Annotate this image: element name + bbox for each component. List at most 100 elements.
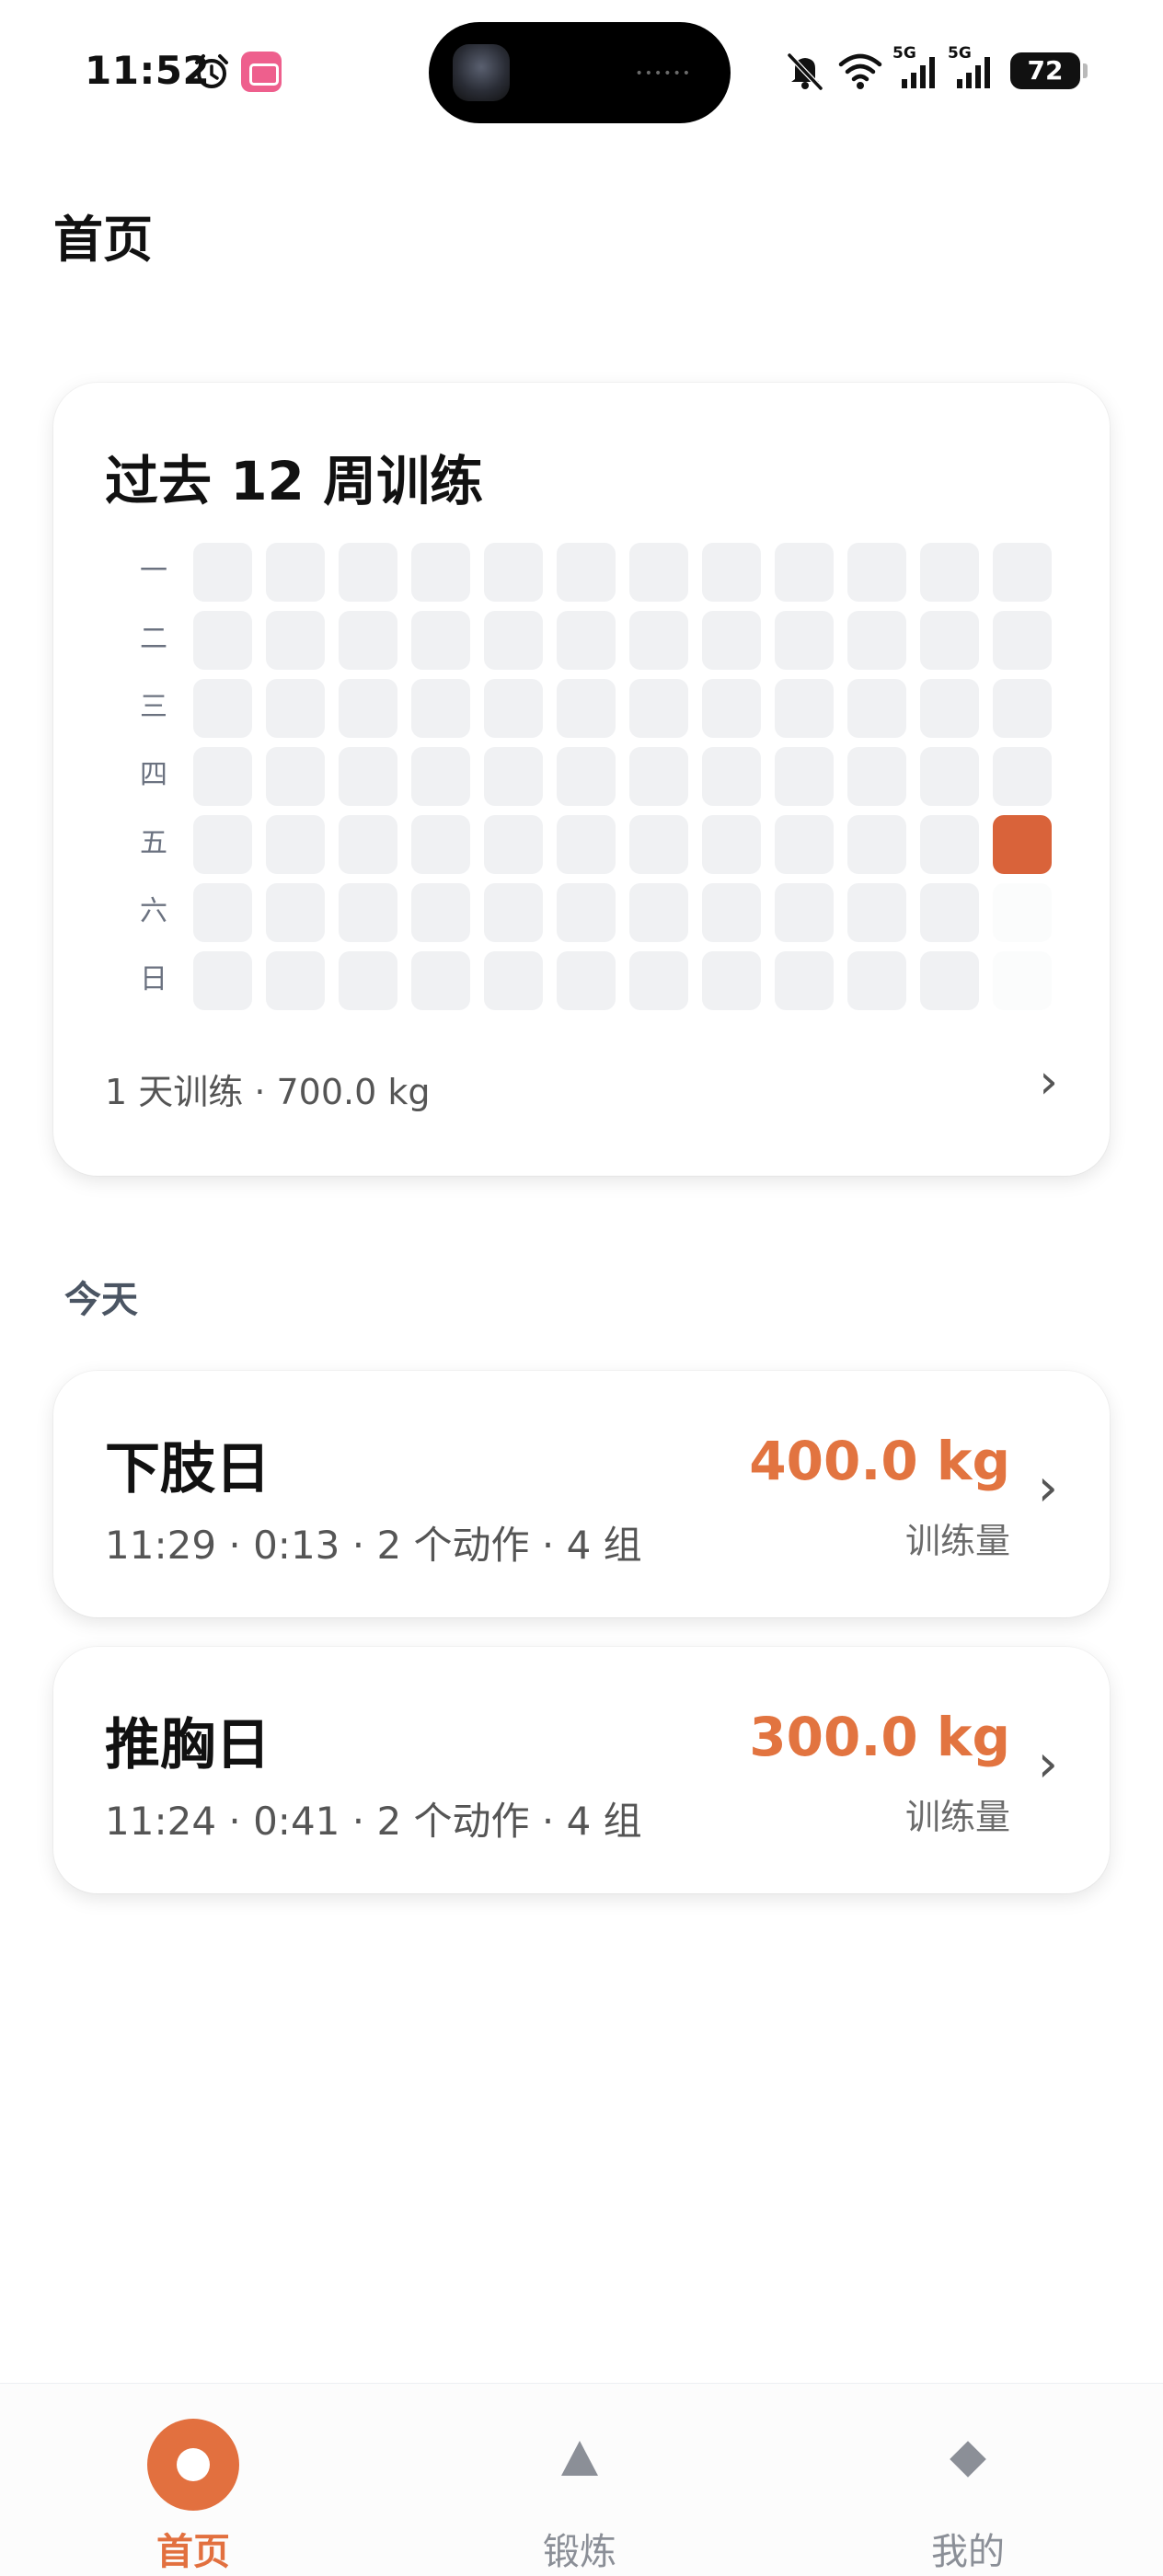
page-title: 首页 bbox=[53, 211, 153, 269]
heatmap-cell bbox=[339, 883, 397, 942]
heatmap-cell bbox=[847, 815, 906, 874]
heatmap-cell bbox=[266, 883, 325, 942]
heatmap-cell bbox=[193, 747, 252, 806]
chevron-right-icon[interactable]: › bbox=[1039, 1058, 1058, 1106]
heatmap-title: 过去 12 周训练 bbox=[105, 450, 484, 512]
heatmap-cell bbox=[920, 543, 979, 602]
heatmap-cell bbox=[629, 883, 688, 942]
workout-volume-label: 训练量 bbox=[904, 1797, 1010, 1837]
heatmap-cell bbox=[920, 883, 979, 942]
heatmap-cell bbox=[411, 543, 470, 602]
workout-meta: 11:29 · 0:13 · 2 个动作 · 4 组 bbox=[105, 1523, 642, 1568]
heatmap-cell bbox=[847, 679, 906, 738]
weekday-label: 一 bbox=[140, 555, 167, 587]
heatmap-cell bbox=[629, 747, 688, 806]
alarm-icon bbox=[195, 54, 228, 88]
heatmap-cell bbox=[629, 815, 688, 874]
workout-volume-label: 训练量 bbox=[904, 1521, 1010, 1561]
heatmap-cell bbox=[702, 883, 761, 942]
chevron-right-icon[interactable]: › bbox=[1038, 1739, 1058, 1790]
weekday-label: 五 bbox=[140, 827, 167, 859]
heatmap-cell bbox=[702, 747, 761, 806]
heatmap-cell bbox=[557, 951, 616, 1010]
weekday-label: 日 bbox=[140, 963, 167, 995]
heatmap-cell bbox=[557, 747, 616, 806]
heatmap-cell bbox=[193, 679, 252, 738]
heatmap-cell bbox=[702, 815, 761, 874]
heatmap-cell bbox=[847, 543, 906, 602]
heatmap-cell bbox=[920, 679, 979, 738]
workout-card[interactable]: 下肢日 11:29 · 0:13 · 2 个动作 · 4 组 400.0 kg … bbox=[53, 1371, 1110, 1617]
heatmap-cell bbox=[484, 611, 543, 670]
heatmap-cell bbox=[993, 815, 1052, 874]
heatmap-cell bbox=[484, 747, 543, 806]
workout-meta: 11:24 · 0:41 · 2 个动作 · 4 组 bbox=[105, 1799, 642, 1844]
heatmap-cell bbox=[702, 679, 761, 738]
heatmap-cell bbox=[193, 951, 252, 1010]
training-heatmap-card[interactable]: 过去 12 周训练 一 二 三 四 五 六 日 1 天训练 · 700.0 kg… bbox=[53, 383, 1110, 1176]
heatmap-cell bbox=[775, 543, 834, 602]
wifi-icon bbox=[838, 53, 882, 89]
heatmap-cell bbox=[557, 543, 616, 602]
media-thumbnail bbox=[453, 44, 510, 101]
heatmap-cell bbox=[775, 747, 834, 806]
nav-item-me[interactable]: 我的 bbox=[867, 2384, 1069, 2576]
heatmap-cell bbox=[193, 883, 252, 942]
signal-icon: 5G bbox=[892, 44, 938, 94]
heatmap-cell bbox=[993, 543, 1052, 602]
home-circle-icon bbox=[147, 2419, 239, 2511]
heatmap-cell bbox=[193, 815, 252, 874]
nav-item-home[interactable]: 首页 bbox=[92, 2384, 294, 2576]
chevron-right-icon[interactable]: › bbox=[1038, 1463, 1058, 1514]
heatmap-cell bbox=[702, 611, 761, 670]
heatmap-cell bbox=[411, 815, 470, 874]
heatmap-cell bbox=[339, 951, 397, 1010]
nav-label: 锻炼 bbox=[543, 2531, 616, 2573]
heatmap-cell bbox=[920, 815, 979, 874]
weekday-label: 二 bbox=[140, 623, 167, 655]
heatmap-cell bbox=[484, 679, 543, 738]
heatmap-cell bbox=[993, 951, 1052, 1010]
heatmap-cell bbox=[920, 611, 979, 670]
heatmap-cell bbox=[993, 883, 1052, 942]
heatmap-cell bbox=[847, 747, 906, 806]
diamond-icon bbox=[950, 2441, 986, 2478]
heatmap-cell bbox=[920, 747, 979, 806]
bottom-nav: 首页 锻炼 我的 bbox=[0, 2383, 1163, 2576]
dynamic-island: •••••• bbox=[429, 22, 731, 123]
nav-item-train[interactable]: 锻炼 bbox=[478, 2384, 681, 2576]
heatmap-cell bbox=[339, 815, 397, 874]
heatmap-cell bbox=[557, 815, 616, 874]
today-section-label: 今天 bbox=[64, 1279, 138, 1321]
status-bar: 11:52 •••••• 5G 5G 72 bbox=[0, 0, 1163, 138]
heatmap-cell bbox=[193, 611, 252, 670]
heatmap-cell bbox=[775, 611, 834, 670]
workout-volume: 300.0 kg bbox=[749, 1706, 1010, 1768]
heatmap-grid bbox=[193, 543, 1052, 1010]
heatmap-cell bbox=[339, 679, 397, 738]
bilibili-app-icon bbox=[241, 52, 282, 92]
heatmap-cell bbox=[339, 747, 397, 806]
mute-icon bbox=[787, 52, 823, 91]
workout-card[interactable]: 推胸日 11:24 · 0:41 · 2 个动作 · 4 组 300.0 kg … bbox=[53, 1647, 1110, 1893]
heatmap-cell bbox=[411, 883, 470, 942]
heatmap-cell bbox=[266, 951, 325, 1010]
heatmap-cell bbox=[339, 543, 397, 602]
heatmap-cell bbox=[484, 815, 543, 874]
heatmap-cell bbox=[775, 815, 834, 874]
weekday-labels: 一 二 三 四 五 六 日 bbox=[131, 543, 177, 1019]
weekday-label: 三 bbox=[140, 691, 167, 723]
heatmap-cell bbox=[775, 679, 834, 738]
heatmap-cell bbox=[484, 883, 543, 942]
heatmap-cell bbox=[339, 611, 397, 670]
status-icons: 5G 5G 72 bbox=[782, 44, 1088, 94]
heatmap-cell bbox=[993, 679, 1052, 738]
heatmap-cell bbox=[775, 883, 834, 942]
battery-icon: 72 bbox=[1010, 52, 1088, 89]
heatmap-cell bbox=[411, 951, 470, 1010]
heatmap-cell bbox=[702, 951, 761, 1010]
heatmap-cell bbox=[193, 543, 252, 602]
signal-icon: 5G bbox=[948, 44, 994, 94]
heatmap-cell bbox=[993, 747, 1052, 806]
heatmap-cell bbox=[847, 883, 906, 942]
